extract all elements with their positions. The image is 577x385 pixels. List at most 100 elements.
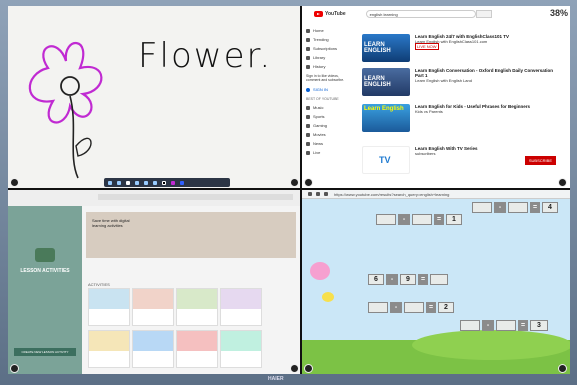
color-purple-icon[interactable] (171, 180, 175, 185)
battery-indicator: 38% (549, 8, 568, 18)
shape-icon[interactable] (144, 180, 148, 185)
pane-menu-button[interactable] (558, 178, 567, 187)
account-icon (306, 87, 310, 92)
result-title[interactable]: Learn English Conversation - Oxford Engl… (415, 68, 555, 78)
search-result[interactable]: Learn English Learn English for Kids - U… (362, 104, 562, 136)
number-tile[interactable]: 6 (368, 274, 384, 285)
heart-balloon (310, 262, 330, 280)
device-brand-label: HAIER (268, 376, 284, 382)
answer-slot[interactable] (404, 302, 424, 313)
lesson-header (8, 190, 300, 206)
lesson-logo-icon (35, 248, 55, 262)
search-result[interactable]: LEARN ENGLISH Learn English Conversation… (362, 68, 562, 100)
answer-slot[interactable] (412, 214, 432, 225)
signin-button[interactable]: SIGN IN (302, 85, 354, 94)
movies-icon (306, 132, 310, 137)
lesson-activities-pane[interactable]: LESSON ACTIVITIES CREATE NEW LESSON ACTI… (8, 190, 300, 374)
search-result[interactable]: TV Learn English With TV Series subscribe… (362, 146, 562, 178)
news-icon (306, 141, 310, 146)
sidebar-item-music[interactable]: Music (302, 103, 354, 112)
color-black-icon[interactable] (162, 180, 166, 185)
activity-card[interactable] (220, 330, 262, 368)
youtube-logo[interactable]: YouTube (314, 11, 346, 17)
sidebar-item-subscriptions[interactable]: Subscriptions (302, 44, 354, 53)
lesson-tabs[interactable] (98, 194, 293, 200)
sidebar-item-history[interactable]: History (302, 62, 354, 71)
sports-icon (306, 114, 310, 119)
activity-card[interactable] (176, 330, 218, 368)
forward-icon[interactable] (316, 192, 320, 196)
youtube-brand: YouTube (325, 11, 346, 17)
back-icon[interactable] (308, 192, 312, 196)
pane-menu-button[interactable] (10, 178, 19, 187)
pane-menu-button[interactable] (304, 364, 313, 373)
activity-card[interactable] (88, 288, 130, 326)
sidebar-item-trending[interactable]: Trending (302, 35, 354, 44)
result-meta: Learn English with English Land (415, 78, 472, 83)
sidebar-item-library[interactable]: Library (302, 53, 354, 62)
pane-menu-button[interactable] (558, 364, 567, 373)
flower-center (60, 76, 80, 96)
math-game-pane[interactable]: https://www.youtube.com/results?search_q… (302, 190, 570, 374)
color-blue-icon[interactable] (180, 180, 184, 185)
music-icon (306, 105, 310, 110)
undo-icon[interactable] (117, 180, 121, 185)
search-button[interactable] (475, 10, 492, 18)
activities-heading: ACTIVITIES (88, 282, 110, 287)
activity-card[interactable] (88, 330, 130, 368)
operator-tile: - (398, 214, 410, 225)
channel-thumbnail[interactable]: TV (362, 146, 410, 174)
sidebar-item-home[interactable]: Home (302, 26, 354, 35)
activity-card[interactable] (132, 288, 174, 326)
whiteboard-pane[interactable]: Flower. (8, 6, 300, 188)
sidebar-item-movies[interactable]: Movies (302, 130, 354, 139)
signin-prompt: Sign in to like videos, comment and subs… (306, 74, 345, 82)
whiteboard-toolbar[interactable] (104, 178, 230, 187)
eraser-icon[interactable] (135, 180, 139, 185)
sidebar-item-sports[interactable]: Sports (302, 112, 354, 121)
answer-slot[interactable] (496, 320, 516, 331)
pane-menu-button[interactable] (290, 364, 299, 373)
activity-card[interactable] (176, 288, 218, 326)
result-tile: 4 (542, 202, 558, 213)
pane-menu-button[interactable] (304, 178, 313, 187)
pen-icon[interactable] (126, 180, 130, 185)
search-result[interactable]: LEARN ENGLISH Learn English 24/7 with En… (362, 34, 562, 66)
youtube-pane[interactable]: YouTube english learning 38% Home Trendi… (302, 6, 570, 188)
number-tile[interactable]: 9 (400, 274, 416, 285)
video-thumbnail[interactable]: LEARN ENGLISH (362, 68, 410, 96)
youtube-play-icon (314, 11, 323, 17)
video-thumbnail[interactable]: LEARN ENGLISH (362, 34, 410, 62)
video-thumbnail[interactable]: Learn English (362, 104, 410, 132)
search-input[interactable]: english learning (365, 10, 476, 18)
result-tile: 3 (530, 320, 548, 331)
add-page-icon[interactable] (153, 180, 157, 185)
sidebar-item-live[interactable]: Live (302, 148, 354, 157)
pane-menu-button[interactable] (290, 178, 299, 187)
pane-menu-button[interactable] (10, 364, 19, 373)
result-title[interactable]: Learn English With TV Series (415, 146, 555, 151)
answer-slot[interactable] (508, 202, 528, 213)
answer-slot[interactable] (472, 202, 492, 213)
activity-card[interactable] (132, 330, 174, 368)
operator-tile: - (386, 274, 398, 285)
sidebar-item-news[interactable]: News (302, 139, 354, 148)
answer-slot[interactable] (430, 274, 448, 285)
create-lesson-button[interactable]: CREATE NEW LESSON ACTIVITY (14, 348, 76, 356)
answer-slot[interactable] (460, 320, 480, 331)
browser-address-bar[interactable]: https://www.youtube.com/results?search_q… (302, 190, 570, 199)
home-icon[interactable] (324, 192, 328, 196)
url-field[interactable]: https://www.youtube.com/results?search_q… (334, 192, 449, 197)
operator-tile: - (482, 320, 494, 331)
sidebar-item-gaming[interactable]: Gaming (302, 121, 354, 130)
answer-slot[interactable] (376, 214, 396, 225)
whiteboard-canvas[interactable] (8, 6, 300, 188)
activity-card[interactable] (220, 288, 262, 326)
equals-tile: = (530, 202, 540, 213)
butterfly-icon (322, 292, 334, 302)
answer-slot[interactable] (368, 302, 388, 313)
menu-icon[interactable] (108, 180, 112, 185)
history-icon (306, 64, 310, 69)
subscribe-button[interactable]: SUBSCRIBE (524, 156, 556, 165)
lesson-banner: Save time with digital learning activiti… (86, 212, 296, 258)
